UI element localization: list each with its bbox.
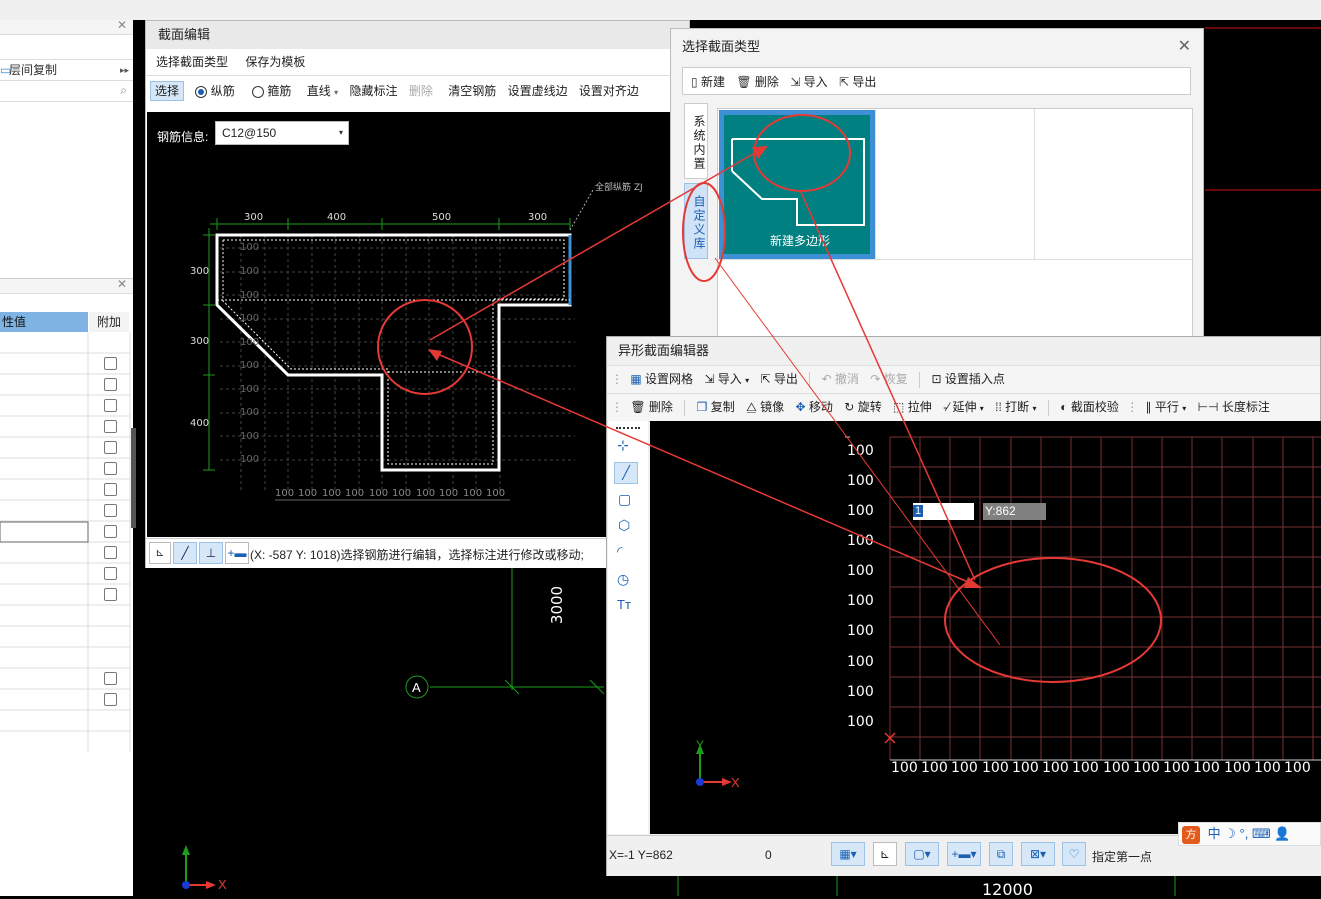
- punct-icon: °,: [1239, 826, 1249, 841]
- keyboard-icon: ⌨: [1251, 826, 1271, 841]
- user-icon: 👤: [1274, 826, 1291, 841]
- red-annotations: [428, 114, 1001, 646]
- ime-toolbar[interactable]: 方 中 ☽ °, ⌨ 👤: [1178, 822, 1321, 846]
- ime-lang: 中: [1207, 826, 1221, 841]
- moon-icon: ☽: [1224, 826, 1236, 841]
- ime-logo-icon: 方: [1182, 826, 1200, 844]
